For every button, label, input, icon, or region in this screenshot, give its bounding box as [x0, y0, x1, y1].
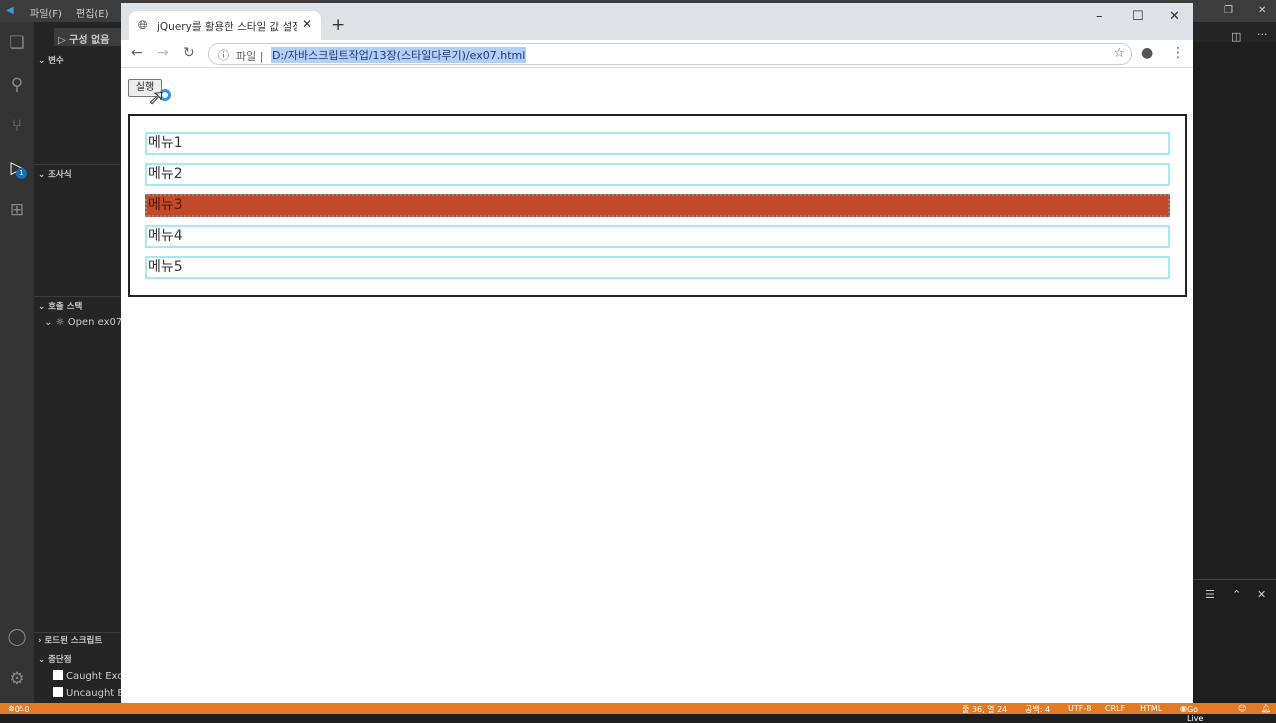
breakpoint-caught[interactable]: Caught Exce — [53, 670, 129, 682]
section-label: 호출 스택 — [48, 302, 83, 312]
back-icon[interactable]: ← — [131, 45, 143, 61]
section-label: 로드된 스크립트 — [44, 636, 103, 646]
language-mode[interactable]: HTML — [1140, 704, 1162, 713]
call-stack-item[interactable]: ⌄ ☼ Open ex07 — [44, 317, 122, 328]
close-tab-icon[interactable]: ✕ — [302, 17, 312, 31]
profile-icon[interactable]: ● — [1141, 45, 1153, 61]
menu-container: 메뉴1 메뉴2 메뉴3 메뉴4 메뉴5 — [128, 114, 1187, 297]
more-icon[interactable]: ··· — [1257, 28, 1268, 41]
close-window-icon[interactable]: ✕ — [1258, 5, 1266, 16]
url-text[interactable]: D:/자바스크립트작업/13장(스타일다루기)/ex07.html — [271, 47, 527, 63]
bell-icon[interactable]: 🔔︎ — [1261, 704, 1271, 713]
address-label: 파일 | — [236, 50, 264, 63]
section-label: 조사식 — [48, 170, 72, 180]
eol[interactable]: CRLF — [1105, 704, 1125, 713]
status-bar: ⊗ 0 ⚠ 0 줄 36, 열 24 공백: 4 UTF-8 CRLF HTML ◉… — [0, 703, 1276, 723]
breakpoint-uncaught[interactable]: Uncaught E — [53, 687, 124, 699]
reload-icon[interactable]: ↻ — [183, 45, 195, 61]
problems-indicator[interactable]: ⊗ 0 ⚠ 0 — [8, 704, 30, 714]
debug-sidebar: ▷ 구성 없음 ⌄ 변수 ⌄ 조사식 ⌄ 호출 스택 ⌄ ☼ Open ex07… — [34, 22, 129, 703]
close-icon[interactable]: ✕ — [1169, 9, 1180, 24]
error-count: 0 — [14, 705, 20, 714]
encoding[interactable]: UTF-8 — [1068, 704, 1091, 713]
mouse-cursor-icon: ➚ — [148, 85, 166, 110]
maximize-panel-icon[interactable]: ⌃ — [1232, 588, 1241, 601]
globe-icon: 🌐︎ — [138, 18, 148, 32]
call-stack-label: Open ex07 — [67, 317, 123, 328]
menu-item-2[interactable]: 메뉴2 — [145, 163, 1170, 186]
restore-icon[interactable]: ❐ — [1224, 5, 1233, 16]
explorer-icon[interactable]: ❏ — [6, 32, 28, 54]
chrome-window: 🌐︎ jQuery를 활용한 스타일 값 설정 ✕ + – ☐ ✕ ← → ↻ … — [121, 3, 1193, 703]
section-label: 중단점 — [48, 655, 72, 665]
menu-item-1[interactable]: 메뉴1 — [145, 132, 1170, 155]
breakpoint-label: Caught Exce — [66, 671, 129, 682]
menu-edit[interactable]: 편집(E) — [76, 5, 109, 20]
browser-toolbar: ← → ↻ ⓘ 파일 | D:/자바스크립트작업/13장(스타일다루기)/ex0… — [121, 40, 1193, 68]
maximize-icon[interactable]: ☐ — [1132, 9, 1144, 24]
close-panel-icon[interactable]: ✕ — [1257, 588, 1266, 601]
menu-item-3[interactable]: 메뉴3 — [145, 194, 1170, 217]
section-watch[interactable]: ⌄ 조사식 — [38, 168, 72, 180]
run-config-button[interactable]: ▷ 구성 없음 — [54, 28, 124, 46]
debug-badge: 1 — [16, 168, 27, 179]
checkbox[interactable] — [53, 670, 63, 680]
browser-tab[interactable]: 🌐︎ jQuery를 활용한 스타일 값 설정 ✕ — [129, 11, 321, 40]
account-icon[interactable]: ◯ — [6, 626, 28, 648]
checkbox[interactable] — [53, 687, 63, 697]
section-label: 변수 — [48, 56, 64, 66]
go-live-button[interactable]: ◉ Go Live — [1180, 704, 1203, 723]
source-control-icon[interactable]: ⑂ — [6, 115, 28, 137]
feedback-icon[interactable]: ☺ — [1238, 704, 1246, 713]
section-loaded-scripts[interactable]: › 로드된 스크립트 — [38, 634, 102, 646]
tab-strip: 🌐︎ jQuery를 활용한 스타일 값 설정 ✕ + – ☐ ✕ — [121, 3, 1193, 40]
minimize-icon[interactable]: – — [1096, 9, 1103, 24]
search-icon[interactable]: ⚲ — [6, 74, 28, 96]
cursor-position[interactable]: 줄 36, 열 24 — [962, 704, 1007, 715]
file-label: 파일 — [236, 50, 257, 63]
section-breakpoints[interactable]: ⌄ 중단점 — [38, 653, 72, 665]
menu-file[interactable]: 파일(F) — [30, 5, 62, 20]
settings-gear-icon[interactable]: ⚙ — [6, 668, 28, 690]
page-content: 실행 ➚ 메뉴1 메뉴2 메뉴3 메뉴4 메뉴5 — [121, 68, 1193, 703]
tab-title: jQuery를 활용한 스타일 값 설정 — [157, 21, 297, 33]
editor-right-area: ◫ ··· ☰ ⌃ ✕ — [1193, 22, 1276, 703]
extensions-icon[interactable]: ⊞ — [6, 199, 28, 221]
menu-item-5[interactable]: 메뉴5 — [145, 256, 1170, 279]
info-icon[interactable]: ⓘ — [218, 47, 229, 63]
menu-item-4[interactable]: 메뉴4 — [145, 225, 1170, 248]
panel-list-icon[interactable]: ☰ — [1205, 588, 1215, 601]
split-editor-icon[interactable]: ◫ — [1231, 30, 1241, 43]
new-tab-button[interactable]: + — [331, 15, 345, 35]
section-variables[interactable]: ⌄ 변수 — [38, 54, 64, 66]
bookmark-star-icon[interactable]: ☆ — [1113, 46, 1125, 61]
run-config-label: 구성 없음 — [69, 35, 110, 46]
indentation[interactable]: 공백: 4 — [1025, 704, 1050, 715]
forward-icon[interactable]: → — [157, 45, 169, 61]
activity-bar: ❏ ⚲ ⑂ ▷ ⊞ ◯ ⚙ — [0, 22, 34, 703]
address-bar[interactable]: ⓘ 파일 | D:/자바스크립트작업/13장(스타일다루기)/ex07.html… — [208, 43, 1132, 65]
warning-count: 0 — [24, 705, 30, 714]
section-call-stack[interactable]: ⌄ 호출 스택 — [38, 300, 82, 312]
breakpoint-label: Uncaught E — [66, 688, 124, 699]
vscode-logo-icon: ◀ — [6, 5, 14, 16]
go-live-label: Go Live — [1186, 705, 1204, 723]
menu-kebab-icon[interactable]: ⋮ — [1171, 45, 1185, 61]
